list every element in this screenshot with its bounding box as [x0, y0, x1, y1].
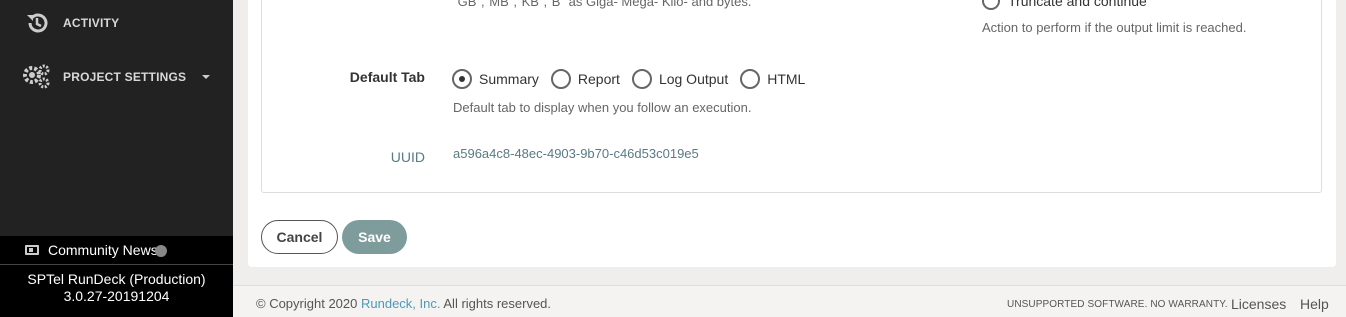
limit-action-radio[interactable]	[982, 0, 1000, 10]
default-tab-help: Default tab to display when you follow a…	[453, 100, 752, 115]
radio-html[interactable]: HTML	[740, 69, 805, 89]
company-link[interactable]: Rundeck, Inc.	[361, 296, 441, 311]
copyright-prefix: © Copyright 2020	[256, 296, 361, 311]
radio-report[interactable]: Report	[550, 69, 620, 89]
uuid-value: a596a4c8-48ec-4903-9b70-c46d53c019e5	[453, 146, 699, 161]
radio-summary[interactable]: Summary	[452, 69, 539, 89]
default-tab-radio-group: Summary Report Log Output HTML	[452, 69, 817, 89]
sidebar-item-label: ACTIVITY	[63, 16, 120, 30]
radio-label: Summary	[479, 71, 539, 87]
radio-label: Log Output	[658, 71, 729, 87]
newspaper-icon	[25, 245, 39, 255]
settings-panel: "GB","MB","KB","B" as Giga- Mega- Kilo- …	[261, 0, 1322, 193]
history-icon	[22, 8, 52, 38]
news-status-dot	[155, 245, 167, 257]
radio-button-checked[interactable]	[452, 69, 472, 89]
radio-log-output[interactable]: Log Output	[631, 69, 729, 89]
sidebar-item-project-settings[interactable]: PROJECT SETTINGS	[0, 57, 233, 97]
community-news-label: Community News	[48, 242, 158, 258]
output-size-help: "GB","MB","KB","B" as Giga- Mega- Kilo- …	[453, 0, 752, 9]
sidebar-item-label: PROJECT SETTINGS	[63, 70, 187, 84]
limit-action-help: Action to perform if the output limit is…	[982, 20, 1247, 35]
radio-button[interactable]	[550, 69, 571, 89]
radio-button[interactable]	[740, 69, 761, 89]
settings-card: "GB","MB","KB","B" as Giga- Mega- Kilo- …	[248, 0, 1336, 267]
default-tab-label: Default Tab	[349, 69, 425, 85]
radio-label: Report	[577, 71, 620, 87]
sidebar-footer: Community News SPTel RunDeck (Production…	[0, 236, 233, 317]
divider	[0, 264, 233, 265]
limit-action-option-label: Truncate and continue	[1008, 0, 1147, 9]
radio-button[interactable]	[631, 69, 652, 89]
community-news-link[interactable]: Community News	[0, 236, 233, 264]
sidebar: ACTIVITY PROJECT SETTINGS Community News…	[0, 0, 233, 317]
radio-label: HTML	[767, 71, 806, 87]
help-link[interactable]: Help	[1300, 296, 1329, 312]
copyright: © Copyright 2020 Rundeck, Inc. All right…	[256, 296, 551, 311]
save-button[interactable]: Save	[342, 220, 407, 254]
uuid-label: UUID	[390, 149, 425, 165]
unsupported-notice: UNSUPPORTED SOFTWARE. NO WARRANTY.	[1007, 299, 1228, 310]
page-footer: © Copyright 2020 Rundeck, Inc. All right…	[233, 285, 1346, 317]
app-version: SPTel RunDeck (Production) 3.0.27-201912…	[27, 271, 206, 304]
cancel-button[interactable]: Cancel	[261, 220, 338, 254]
licenses-link[interactable]: Licenses	[1231, 296, 1286, 312]
copyright-suffix: All rights reserved.	[440, 296, 552, 311]
chevron-down-icon[interactable]	[202, 75, 210, 79]
gears-icon	[22, 62, 52, 92]
sidebar-item-activity[interactable]: ACTIVITY	[0, 3, 233, 43]
